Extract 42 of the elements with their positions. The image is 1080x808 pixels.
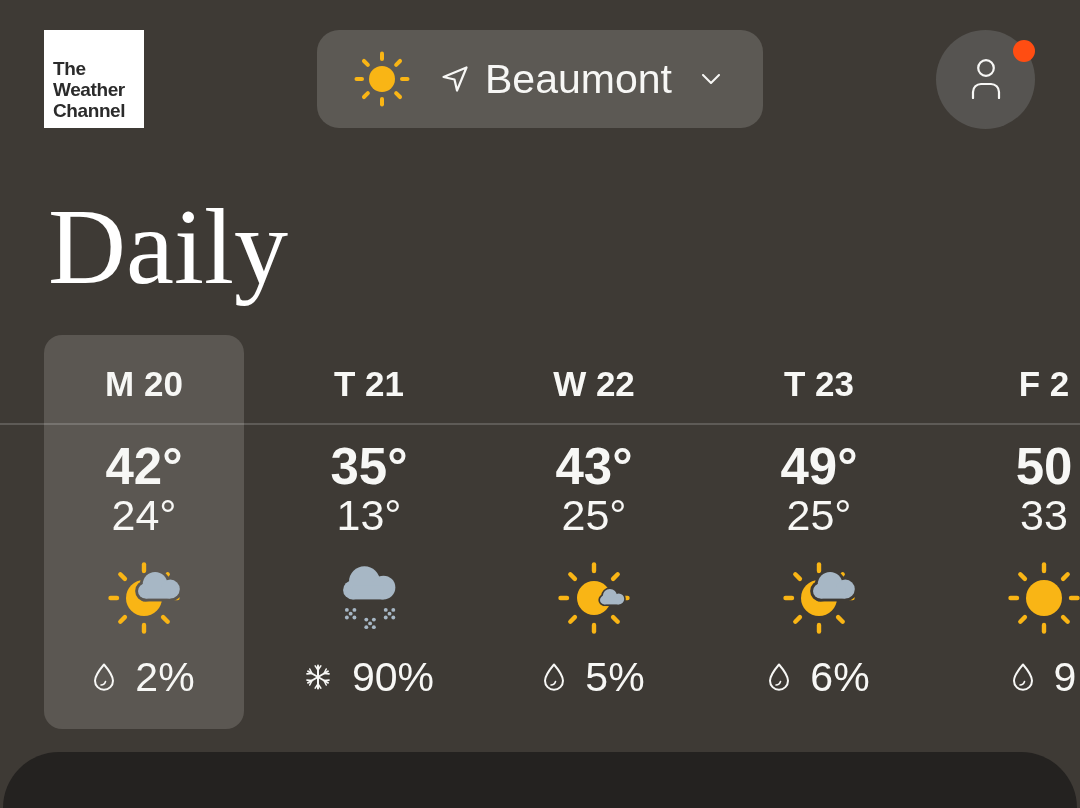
high-temperature: 35° xyxy=(330,441,408,493)
person-icon xyxy=(970,59,1001,99)
sun-icon xyxy=(1008,562,1080,634)
snow-cloud-icon xyxy=(342,566,396,630)
high-temperature: 42° xyxy=(105,441,183,493)
sun-behind-cloud-icon xyxy=(108,562,180,634)
sun-small-cloud-icon xyxy=(558,562,630,634)
precipitation-chance: 90% xyxy=(351,655,435,699)
day-date: T 21 xyxy=(333,364,404,404)
day-date: M 20 xyxy=(105,364,183,404)
day-card[interactable]: W 22 43° 25° 5% xyxy=(494,335,694,729)
day-date: W 22 xyxy=(553,364,635,404)
raindrop-icon xyxy=(768,663,791,691)
low-temperature: 24° xyxy=(111,493,177,537)
precipitation-chance: 9 xyxy=(1053,655,1077,699)
sun-icon xyxy=(354,51,410,107)
location-name: Beaumont xyxy=(485,55,672,103)
raindrop-icon xyxy=(93,663,116,691)
precipitation-chance: 5% xyxy=(585,655,645,699)
high-temperature: 43° xyxy=(555,441,633,493)
raindrop-icon xyxy=(543,663,566,691)
day-card[interactable]: F 2 50 33 9 xyxy=(944,335,1080,729)
sun-behind-cloud-icon xyxy=(783,562,855,634)
high-temperature: 49° xyxy=(780,441,858,493)
high-temperature: 50 xyxy=(1015,441,1073,493)
precipitation-chance: 2% xyxy=(135,655,195,699)
chevron-down-icon xyxy=(701,74,720,84)
navigation-arrow-icon xyxy=(442,66,468,92)
low-temperature: 13° xyxy=(336,493,402,537)
day-card[interactable]: T 21 35° 13° 90% xyxy=(269,335,469,729)
raindrop-icon xyxy=(1011,663,1034,691)
low-temperature: 25° xyxy=(786,493,852,537)
day-date: T 23 xyxy=(783,364,854,404)
precipitation-chance: 6% xyxy=(810,655,870,699)
day-card[interactable]: T 23 49° 25° 6% xyxy=(719,335,919,729)
location-button[interactable]: Beaumont xyxy=(317,30,763,128)
low-temperature: 33 xyxy=(1020,493,1068,537)
day-date: F 2 xyxy=(1018,364,1070,404)
low-temperature: 25° xyxy=(561,493,627,537)
logo[interactable]: The Weather Channel xyxy=(44,30,144,128)
snowflake-icon xyxy=(303,664,332,690)
day-card[interactable]: M 20 42° 24° 2% xyxy=(44,335,244,729)
